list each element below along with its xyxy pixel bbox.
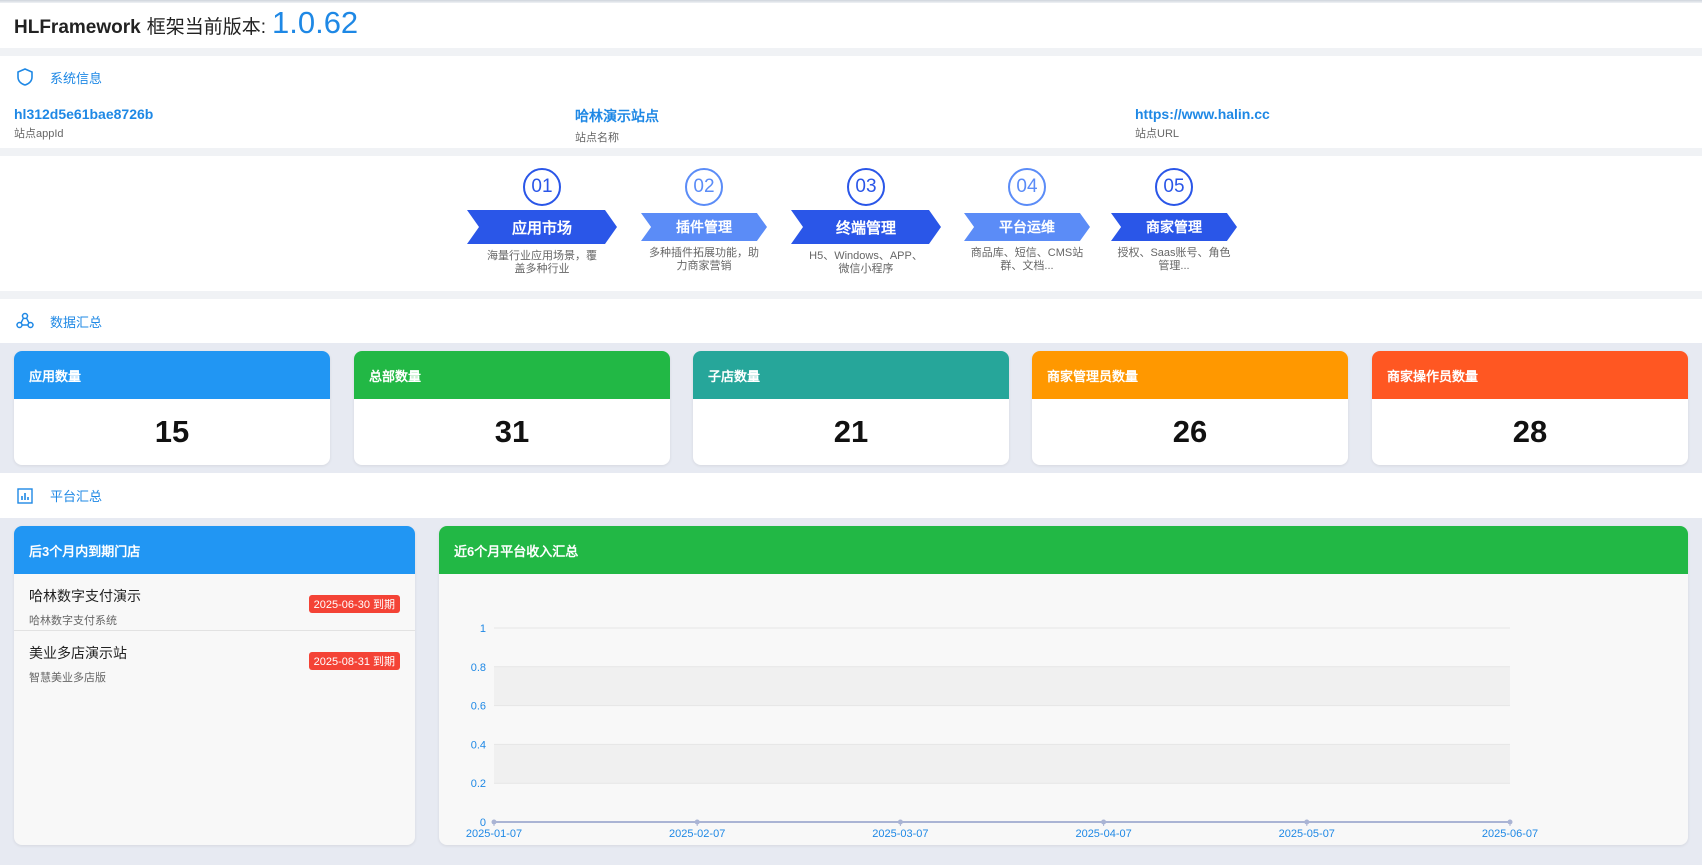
card-header: 总部数量 — [354, 351, 670, 399]
stat-card-headquarters[interactable]: 总部数量 31 — [354, 351, 670, 465]
step-desc: H5、Windows、APP、微信小程序 — [809, 250, 923, 275]
stat-cards: 应用数量 15 总部数量 31 子店数量 21 商家管理员数量 26 商家操作员… — [0, 343, 1702, 473]
card-header: 子店数量 — [693, 351, 1009, 399]
info-site-name: 哈林演示站点 站点名称 — [575, 106, 659, 145]
step-app-market[interactable]: 01 应用市场 海量行业应用场景，覆盖多种行业 — [467, 168, 617, 276]
info-label: 站点URL — [1135, 128, 1180, 140]
section-title: 系统信息 — [50, 70, 103, 86]
info-label: 站点appId — [14, 128, 64, 140]
page-header: HLFramework 框架当前版本: 1.0.62 — [0, 3, 1702, 48]
stat-card-apps[interactable]: 应用数量 15 — [14, 351, 330, 465]
card-value: 26 — [1172, 414, 1208, 449]
y-tick-label: 0.2 — [471, 778, 486, 790]
stat-card-merchant-admins[interactable]: 商家管理员数量 26 — [1032, 351, 1348, 465]
info-label: 站点名称 — [575, 132, 619, 144]
system-info-header: 系统信息 — [0, 56, 1702, 98]
y-tick-label: 0.4 — [471, 739, 486, 751]
version-number: 1.0.62 — [271, 5, 359, 40]
step-plugin-management[interactable]: 02 插件管理 多种插件拓展功能，助力商家营销 — [629, 168, 779, 273]
stat-card-branches[interactable]: 子店数量 21 — [693, 351, 1009, 465]
grid-band — [494, 744, 1510, 784]
platform-summary-header: 平台汇总 — [0, 473, 1702, 518]
system-info: hl312d5e61bae8726b 站点appId 哈林演示站点 站点名称 h… — [0, 98, 1702, 148]
step-number: 05 — [1155, 168, 1193, 206]
card-header: 应用数量 — [14, 351, 330, 399]
expiring-stores-panel: 后3个月内到期门店 哈林数字支付演示 哈林数字支付系统 2025-06-30 到… — [14, 526, 415, 845]
step-desc: 多种插件拓展功能，助力商家营销 — [649, 247, 759, 272]
card-value: 31 — [494, 414, 530, 449]
info-value: 哈林演示站点 — [575, 108, 659, 124]
y-tick-label: 1 — [480, 623, 486, 635]
revenue-panel: 近6个月平台收入汇总 0 0.2 0.4 0.6 0.8 1 2025-01-07 2025-… — [439, 526, 1688, 845]
network-icon — [16, 312, 34, 330]
x-tick-label: 2025-01-07 — [466, 828, 522, 840]
section-title: 数据汇总 — [50, 314, 103, 330]
info-value: hl312d5e61bae8726b — [14, 106, 154, 122]
card-value: 28 — [1512, 414, 1548, 449]
x-tick-label: 2025-04-07 — [1075, 828, 1131, 840]
data-summary-header: 数据汇总 — [0, 299, 1702, 343]
card-value: 21 — [833, 414, 869, 449]
x-tick-label: 2025-05-07 — [1279, 828, 1335, 840]
expiry-badge: 2025-06-30 到期 — [308, 595, 400, 613]
revenue-chart: 00.20.40.60.812025-01-07 2025-02-07 2025-0… — [466, 623, 1538, 840]
info-value[interactable]: https://www.halin.cc — [1135, 106, 1270, 122]
data-point — [1507, 819, 1513, 825]
step-desc: 授权、Saas账号、角色管理... — [1117, 247, 1231, 272]
data-point — [897, 819, 903, 825]
feature-steps: 01 应用市场 海量行业应用场景，覆盖多种行业 02 插件管理 多种插件拓展功能… — [0, 156, 1702, 291]
step-platform-ops[interactable]: 04 平台运维 商品库、短信、CMS站群、文档... — [952, 168, 1102, 273]
card-value: 15 — [154, 414, 190, 449]
step-number: 03 — [847, 168, 885, 206]
step-number: 01 — [523, 168, 561, 206]
x-tick-label: 2025-06-07 — [1482, 828, 1538, 840]
info-site-url[interactable]: https://www.halin.cc 站点URL — [1135, 106, 1270, 141]
x-tick-label: 2025-02-07 — [669, 828, 725, 840]
list-item[interactable]: 哈林数字支付演示 哈林数字支付系统 2025-06-30 到期 — [14, 574, 415, 631]
panel-header: 后3个月内到期门店 — [14, 526, 415, 574]
step-merchant-management[interactable]: 05 商家管理 授权、Saas账号、角色管理... — [1099, 168, 1249, 273]
store-subtitle: 智慧美业多店版 — [29, 672, 106, 684]
data-point — [694, 819, 700, 825]
info-appid: hl312d5e61bae8726b 站点appId — [14, 106, 153, 141]
platform-panels: 后3个月内到期门店 哈林数字支付演示 哈林数字支付系统 2025-06-30 到… — [0, 518, 1702, 865]
step-title[interactable]: 应用市场 — [467, 210, 617, 244]
step-number: 02 — [685, 168, 723, 206]
grid-band — [494, 666, 1510, 706]
x-tick-label: 2025-03-07 — [872, 828, 928, 840]
framework-name: HLFramework — [14, 17, 141, 38]
stat-card-merchant-operators[interactable]: 商家操作员数量 28 — [1372, 351, 1688, 465]
data-point — [1304, 819, 1310, 825]
y-tick-label: 0.8 — [471, 662, 486, 674]
data-point — [1101, 819, 1107, 825]
store-subtitle: 哈林数字支付系统 — [29, 615, 117, 627]
panel-header: 近6个月平台收入汇总 — [439, 526, 1688, 574]
expiry-badge: 2025-08-31 到期 — [308, 652, 400, 670]
data-point — [491, 819, 497, 825]
step-terminal-management[interactable]: 03 终端管理 H5、Windows、APP、微信小程序 — [791, 168, 941, 276]
step-desc: 商品库、短信、CMS站群、文档... — [970, 247, 1084, 272]
step-title[interactable]: 插件管理 — [641, 213, 767, 241]
step-desc: 海量行业应用场景，覆盖多种行业 — [487, 250, 597, 275]
step-title[interactable]: 商家管理 — [1111, 213, 1237, 241]
card-header: 商家操作员数量 — [1372, 351, 1688, 399]
list-item[interactable]: 美业多店演示站 智慧美业多店版 2025-08-31 到期 — [14, 631, 415, 688]
step-title[interactable]: 平台运维 — [964, 213, 1090, 241]
step-title[interactable]: 终端管理 — [791, 210, 941, 244]
bar-chart-icon — [16, 487, 34, 505]
shield-icon — [16, 68, 34, 86]
y-tick-label: 0.6 — [471, 701, 486, 713]
section-title: 平台汇总 — [50, 489, 103, 504]
card-header: 商家管理员数量 — [1032, 351, 1348, 399]
step-number: 04 — [1008, 168, 1046, 206]
version-label: 框架当前版本: — [146, 17, 266, 38]
